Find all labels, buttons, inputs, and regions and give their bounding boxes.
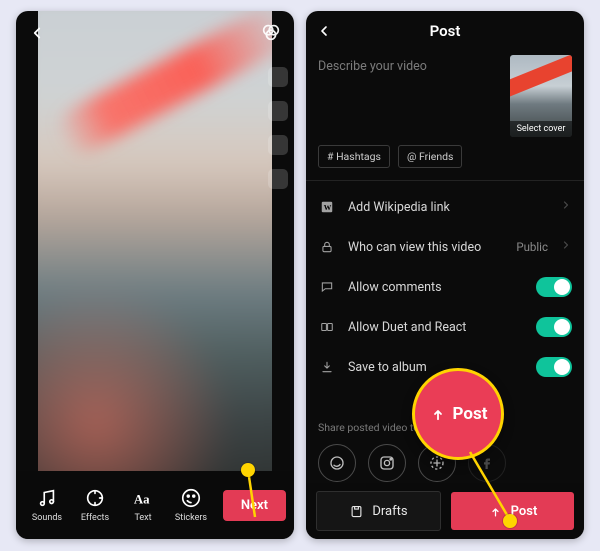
editor-topbar — [16, 11, 294, 55]
share-whatsapp[interactable] — [318, 444, 356, 482]
back-icon[interactable] — [28, 24, 46, 42]
lock-icon — [318, 240, 336, 254]
tool-effects-label: Effects — [81, 513, 109, 523]
filters-icon[interactable] — [260, 21, 282, 46]
tool-effects[interactable]: Effects — [72, 487, 118, 523]
svg-text:Aa: Aa — [134, 493, 150, 507]
tool-text-label: Text — [134, 513, 151, 523]
toggle-comments[interactable] — [536, 277, 572, 297]
row-privacy-label: Who can view this video — [348, 240, 504, 255]
divider — [306, 180, 584, 181]
row-comments: Allow comments — [318, 267, 572, 307]
next-button-label: Next — [241, 498, 268, 513]
toggle-duet[interactable] — [536, 317, 572, 337]
row-privacy[interactable]: Who can view this video Public — [318, 227, 572, 267]
wikipedia-icon: W — [318, 200, 336, 214]
share-facebook[interactable] — [468, 444, 506, 482]
share-label: Share posted video to: — [318, 421, 572, 434]
phone-editor: Sounds Effects Aa Text Stickers Next — [16, 11, 294, 539]
post-button[interactable]: Post — [451, 492, 574, 530]
description-input[interactable]: Describe your video — [318, 55, 500, 137]
row-wikipedia-label: Add Wikipedia link — [348, 200, 548, 215]
tool-text[interactable]: Aa Text — [120, 487, 166, 523]
hashtags-chip[interactable]: # Hashtags — [318, 145, 390, 168]
side-tool-3[interactable] — [268, 135, 288, 155]
tool-stickers-label: Stickers — [175, 513, 207, 523]
row-wikipedia[interactable]: W Add Wikipedia link — [318, 187, 572, 227]
svg-text:W: W — [324, 203, 332, 212]
friends-chip-label: @ Friends — [407, 150, 454, 163]
post-header: Post — [306, 11, 584, 51]
cover-label: Select cover — [510, 121, 572, 137]
editor-video-preview[interactable] — [38, 11, 272, 471]
tool-sounds-label: Sounds — [32, 513, 62, 523]
row-save-label: Save to album — [348, 360, 524, 375]
drafts-button[interactable]: Drafts — [316, 491, 441, 531]
next-button[interactable]: Next — [223, 490, 286, 521]
comments-icon — [318, 280, 336, 294]
tool-sounds[interactable]: Sounds — [24, 487, 70, 523]
download-icon — [318, 360, 336, 374]
row-duet-label: Allow Duet and React — [348, 320, 524, 335]
back-icon[interactable] — [316, 11, 332, 51]
drafts-button-label: Drafts — [372, 504, 407, 519]
duet-icon — [318, 320, 336, 334]
friends-chip[interactable]: @ Friends — [398, 145, 463, 168]
stage: Sounds Effects Aa Text Stickers Next — [0, 0, 600, 551]
hashtags-chip-label: # Hashtags — [327, 150, 381, 163]
side-tool-4[interactable] — [268, 169, 288, 189]
cover-picker[interactable]: Select cover — [510, 55, 572, 137]
post-body: Describe your video Select cover # Hasht… — [306, 51, 584, 477]
chevron-right-icon — [560, 239, 572, 255]
row-save: Save to album — [318, 347, 572, 387]
side-tool-1[interactable] — [268, 67, 288, 87]
tool-stickers[interactable]: Stickers — [168, 487, 214, 523]
post-button-label: Post — [511, 504, 538, 519]
phone-post: Post Describe your video Select cover # … — [306, 11, 584, 539]
editor-bottombar: Sounds Effects Aa Text Stickers Next — [16, 471, 294, 539]
post-footer: Drafts Post — [306, 483, 584, 539]
description-placeholder: Describe your video — [318, 59, 427, 74]
row-comments-label: Allow comments — [348, 280, 524, 295]
side-tool-2[interactable] — [268, 101, 288, 121]
share-instagram[interactable] — [368, 444, 406, 482]
post-header-title: Post — [430, 22, 461, 40]
toggle-save[interactable] — [536, 357, 572, 377]
chevron-right-icon — [560, 199, 572, 215]
editor-side-tools — [268, 67, 288, 189]
share-more[interactable] — [418, 444, 456, 482]
row-duet: Allow Duet and React — [318, 307, 572, 347]
row-privacy-value: Public — [516, 240, 548, 254]
